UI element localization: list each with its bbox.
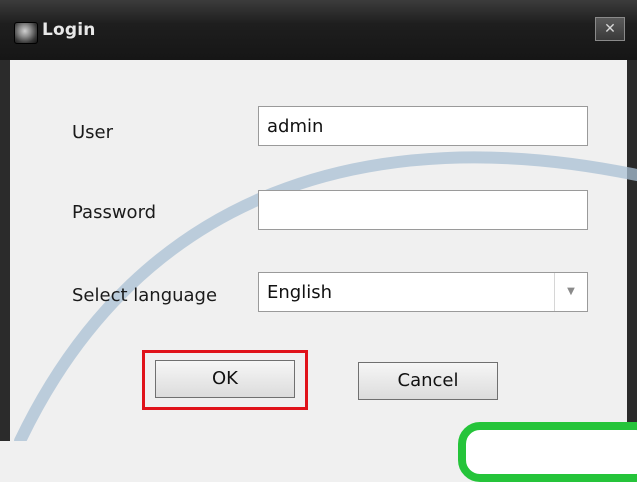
user-input[interactable] — [258, 106, 588, 146]
close-icon: ✕ — [604, 21, 616, 37]
cancel-button[interactable]: Cancel — [358, 362, 498, 400]
language-label: Select language — [72, 285, 218, 306]
language-select[interactable]: English ▼ — [258, 272, 588, 312]
title-bar[interactable]: Login ✕ — [0, 0, 637, 60]
password-input[interactable] — [258, 190, 588, 230]
user-label: User — [72, 122, 114, 143]
login-dialog: Login ✕ User Password Select language En… — [0, 0, 637, 482]
password-label: Password — [72, 202, 157, 223]
callout-annotation — [458, 422, 637, 482]
language-selected-value: English — [267, 282, 332, 303]
chevron-down-icon[interactable]: ▼ — [554, 273, 587, 311]
close-button[interactable]: ✕ — [595, 17, 625, 41]
app-logo-icon — [14, 22, 38, 44]
dialog-title: Login — [42, 20, 96, 40]
ok-highlight-annotation — [142, 350, 308, 410]
